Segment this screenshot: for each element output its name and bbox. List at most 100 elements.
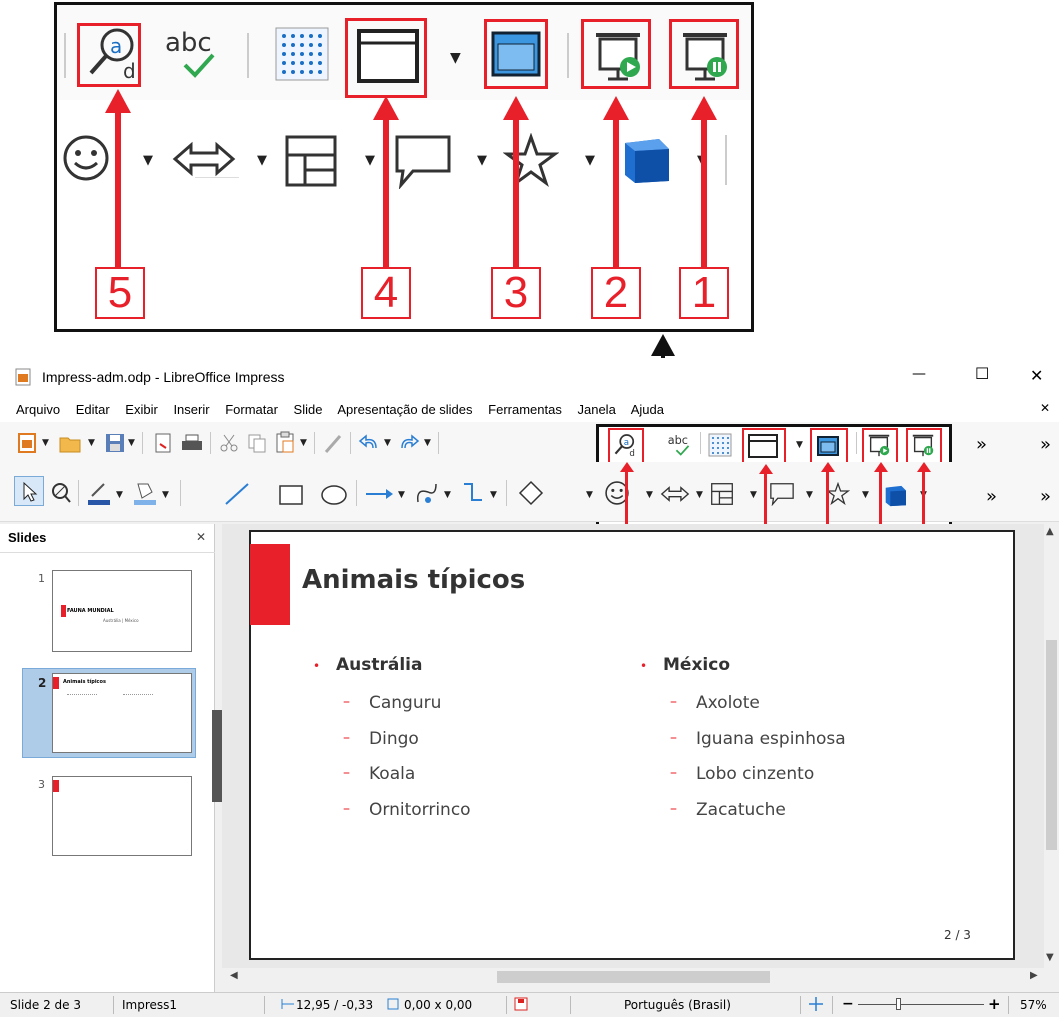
pdf-icon[interactable] (152, 432, 174, 454)
zoom-slider[interactable] (858, 1004, 984, 1005)
arrow-line-icon[interactable] (364, 486, 394, 502)
spellcheck-icon[interactable]: abc (161, 25, 221, 81)
zoom-percent[interactable]: 57% (1020, 998, 1047, 1012)
zoom-out-button[interactable]: − (842, 996, 854, 1012)
print-icon[interactable] (180, 432, 204, 454)
doc-close-button[interactable]: ✕ (1040, 401, 1050, 415)
curve-tool-icon[interactable] (414, 480, 440, 506)
horizontal-scroll-thumb[interactable] (497, 971, 770, 983)
copy-icon[interactable] (246, 432, 268, 454)
block-arrows-icon[interactable] (660, 484, 690, 504)
slide-thumbnail-3[interactable] (52, 776, 192, 856)
bullet-1: • (313, 659, 321, 673)
fill-color-icon[interactable] (132, 480, 158, 506)
menu-exibir[interactable]: Exibir (125, 402, 158, 417)
zoom-callout: ad abc ▼ ▼ ▼ ▼ ▼ ▼ 5 4 3 2 1 (54, 2, 754, 332)
column1-heading[interactable]: Austrália (336, 655, 423, 675)
slide-thumbnail-1[interactable]: FAUNA MUNDIAL Austrália | México (52, 570, 192, 652)
highlight-3 (484, 19, 548, 89)
toolbar-overflow[interactable]: » (976, 434, 987, 455)
select-arrow-icon[interactable] (20, 481, 40, 503)
paste-icon[interactable] (274, 430, 296, 454)
menu-arquivo[interactable]: Arquivo (16, 402, 60, 417)
column1-item[interactable]: Ornitorrinco (369, 800, 471, 820)
grid-icon-small[interactable] (708, 433, 732, 457)
vertical-scroll-thumb[interactable] (1046, 640, 1057, 850)
new-icon[interactable] (16, 432, 38, 454)
column1-item[interactable]: Koala (369, 764, 415, 784)
minimize-button[interactable]: — (912, 366, 926, 382)
column2-heading[interactable]: México (663, 655, 730, 675)
column2-item[interactable]: Axolote (696, 693, 760, 713)
menu-ferramentas[interactable]: Ferramentas (488, 402, 562, 417)
save-icon[interactable] (104, 432, 126, 454)
rectangle-tool-icon[interactable] (278, 484, 304, 506)
connector-tool-icon[interactable] (460, 480, 486, 506)
line-color-icon[interactable] (86, 480, 112, 506)
menu-formatar[interactable]: Formatar (225, 402, 278, 417)
toolbar-overflow-2[interactable]: » (1040, 434, 1051, 455)
column2-item[interactable]: Zacatuche (696, 800, 786, 820)
column2-item[interactable]: Lobo cinzento (696, 764, 814, 784)
smiley-icon[interactable] (61, 133, 111, 183)
highlight-5 (77, 23, 141, 87)
menu-ajuda[interactable]: Ajuda (631, 402, 664, 417)
spellcheck-icon-small[interactable]: abc (666, 432, 692, 458)
line-tool-icon[interactable] (224, 482, 250, 506)
slides-panel-title: Slides (8, 530, 47, 545)
scroll-right-icon[interactable]: ▶ (1030, 970, 1038, 981)
slide-thumbnail-2[interactable]: Animais típicos (52, 673, 192, 753)
scroll-left-icon[interactable]: ◀ (230, 970, 238, 981)
drawing-overflow[interactable]: » (986, 486, 997, 507)
open-icon[interactable] (58, 432, 84, 454)
column2-item[interactable]: Iguana espinhosa (696, 729, 846, 749)
slides-panel-close[interactable]: ✕ (196, 530, 206, 544)
flowchart-icon[interactable] (283, 133, 339, 189)
zoom-slider-thumb[interactable] (896, 998, 901, 1010)
callout-2: 2 (591, 267, 641, 319)
menu-inserir[interactable]: Inserir (173, 402, 209, 417)
menu-apresentacao[interactable]: Apresentação de slides (337, 402, 472, 417)
3d-object-icon[interactable] (613, 135, 673, 187)
display-grid-icon[interactable] (275, 27, 329, 81)
size-icon (386, 997, 402, 1011)
callout-shapes-icon[interactable] (768, 482, 796, 506)
scroll-down-icon[interactable]: ▼ (1046, 952, 1054, 963)
callout-icon[interactable] (391, 133, 455, 189)
basic-shapes-icon[interactable] (518, 480, 544, 506)
cut-icon[interactable] (218, 432, 240, 454)
slide-title[interactable]: Animais típicos (302, 565, 525, 595)
flowchart-icon-small[interactable] (710, 482, 734, 506)
menu-janela[interactable]: Janela (577, 402, 615, 417)
close-button[interactable]: ✕ (1030, 366, 1043, 385)
clone-format-icon[interactable] (322, 432, 344, 454)
document-modified-icon[interactable] (514, 997, 528, 1011)
scroll-up-icon[interactable]: ▲ (1046, 526, 1054, 537)
undo-icon[interactable] (358, 432, 380, 454)
slide-accent-bar (250, 544, 290, 625)
impress-app-icon (14, 368, 32, 386)
callout-5: 5 (95, 267, 145, 319)
double-arrow-icon[interactable] (171, 139, 237, 179)
redo-icon[interactable] (398, 432, 420, 454)
menu-slide[interactable]: Slide (294, 402, 323, 417)
ellipse-tool-icon[interactable] (320, 484, 348, 506)
zoom-in-button[interactable]: + (988, 995, 1001, 1013)
position-icon (280, 997, 296, 1011)
panel-collapse-handle[interactable] (212, 710, 222, 802)
zoom-pan-icon[interactable] (50, 482, 72, 504)
status-size: 0,00 x 0,00 (404, 998, 473, 1012)
menu-editar[interactable]: Editar (76, 402, 110, 417)
column1-item[interactable]: Dingo (369, 729, 419, 749)
status-language[interactable]: Português (Brasil) (624, 998, 731, 1012)
star-icon[interactable] (503, 133, 559, 189)
maximize-button[interactable]: ☐ (975, 364, 989, 383)
svg-text:abc: abc (668, 434, 688, 447)
fit-slide-icon[interactable] (808, 996, 824, 1012)
3d-objects-icon[interactable] (880, 484, 908, 508)
drawing-overflow-2[interactable]: » (1040, 486, 1051, 507)
callout-4: 4 (361, 267, 411, 319)
slide-thumb-number-1: 1 (38, 572, 45, 585)
stars-icon[interactable] (826, 482, 850, 506)
column1-item[interactable]: Canguru (369, 693, 441, 713)
